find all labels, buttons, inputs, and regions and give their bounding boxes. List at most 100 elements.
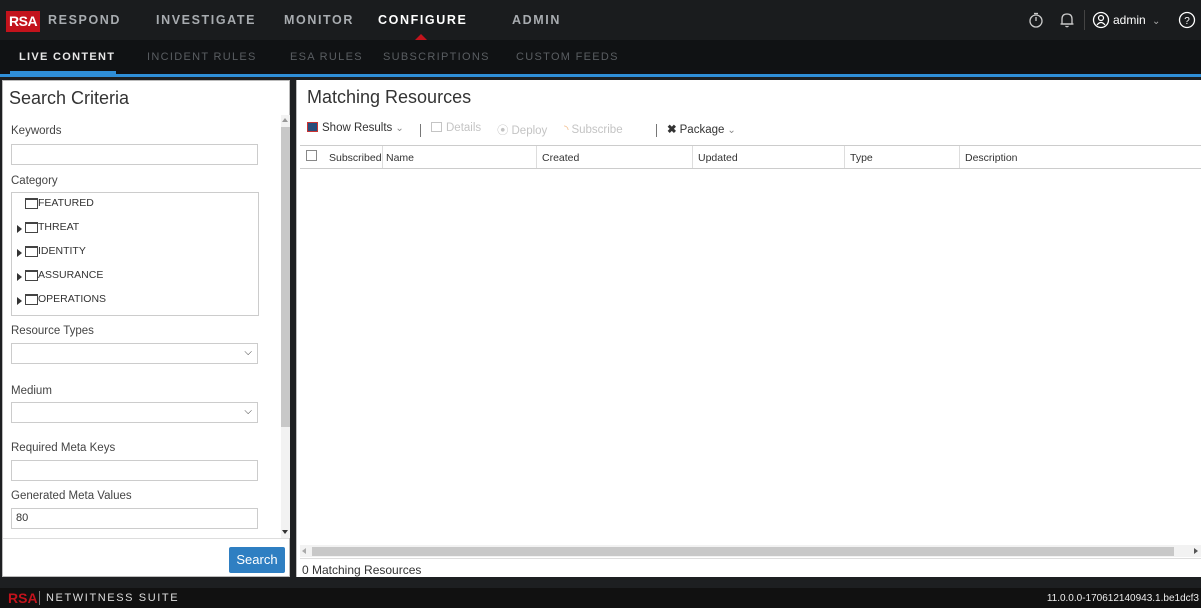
- logo-text: RSA: [9, 13, 38, 29]
- vertical-scrollbar[interactable]: [281, 115, 290, 538]
- expand-arrow-icon[interactable]: [17, 249, 22, 257]
- chevron-down-icon: ⌄: [395, 123, 404, 134]
- required-meta-keys-input[interactable]: [11, 460, 258, 481]
- chevron-down-icon: ⌵: [244, 347, 252, 358]
- folder-icon: [25, 270, 38, 281]
- results-count: 0 Matching Resources: [300, 558, 1201, 577]
- nav-respond[interactable]: RESPOND: [48, 13, 121, 27]
- package-button[interactable]: ✖ Package ⌄: [667, 122, 736, 136]
- details-button[interactable]: Details: [431, 122, 481, 134]
- subscribe-label: Subscribe: [571, 124, 623, 136]
- chevron-down-icon: ⌄: [727, 125, 736, 136]
- tab-esa-rules[interactable]: ESA RULES: [290, 51, 363, 63]
- user-menu[interactable]: admin ⌄: [1113, 13, 1160, 27]
- help-icon[interactable]: ?: [1178, 11, 1196, 29]
- search-button[interactable]: Search: [229, 547, 285, 573]
- column-subscribed[interactable]: Subscribed: [329, 152, 382, 164]
- medium-select[interactable]: ⌵: [11, 402, 258, 423]
- expand-arrow-icon[interactable]: [17, 225, 22, 233]
- user-icon[interactable]: [1092, 11, 1110, 29]
- details-label: Details: [446, 122, 482, 134]
- keywords-label: Keywords: [11, 125, 62, 137]
- tree-node-label: ASSURANCE: [38, 269, 104, 281]
- column-description[interactable]: Description: [965, 152, 1018, 164]
- scroll-left-arrow-icon[interactable]: [302, 548, 306, 554]
- tab-subscriptions[interactable]: SUBSCRIPTIONS: [383, 51, 490, 63]
- tab-custom-feeds[interactable]: CUSTOM FEEDS: [516, 51, 619, 63]
- footer-divider: [39, 591, 40, 605]
- show-results-label: Show Results: [322, 122, 393, 134]
- top-right-controls: admin ⌄ ?: [981, 0, 1201, 40]
- tree-node-label: FEATURED: [38, 197, 94, 209]
- expand-arrow-icon[interactable]: [17, 297, 22, 305]
- folder-icon: [25, 246, 38, 257]
- accent-divider: [0, 74, 1201, 77]
- category-tree: FEATURED THREAT IDENTITY ASSURANCE OPERA: [11, 192, 259, 316]
- search-criteria-panel: Search Criteria Keywords Category FEATUR…: [2, 80, 290, 577]
- category-label: Category: [11, 175, 58, 187]
- scroll-up-arrow-icon[interactable]: [282, 118, 288, 122]
- nav-configure[interactable]: CONFIGURE: [378, 13, 467, 27]
- bell-icon[interactable]: [1058, 11, 1076, 29]
- chevron-down-icon: ⌄: [1152, 16, 1161, 27]
- tree-node-label: IDENTITY: [38, 245, 86, 257]
- tree-node-label: THREAT: [38, 221, 80, 233]
- keywords-input[interactable]: [11, 144, 258, 165]
- resource-types-select[interactable]: ⌵: [11, 343, 258, 364]
- column-divider: [844, 146, 845, 168]
- tab-incident-rules[interactable]: INCIDENT RULES: [147, 51, 257, 63]
- nav-monitor[interactable]: MONITOR: [284, 13, 354, 27]
- nav-investigate[interactable]: INVESTIGATE: [156, 13, 256, 27]
- toolbar-divider: [420, 124, 421, 137]
- panel-title: Matching Resources: [307, 87, 472, 107]
- details-icon: [431, 122, 442, 132]
- version-label: 11.0.0.0-170612140943.1.be1dcf3: [1046, 593, 1199, 604]
- top-navigation-bar: RSA RESPOND INVESTIGATE MONITOR CONFIGUR…: [0, 0, 1201, 40]
- deploy-button[interactable]: ⦿ Deploy: [497, 122, 547, 138]
- panel-title: Search Criteria: [9, 88, 130, 108]
- rsa-logo[interactable]: RSA: [6, 11, 40, 32]
- tools-icon: ✖: [667, 124, 677, 136]
- timer-icon[interactable]: [1027, 11, 1045, 29]
- search-form: Keywords Category FEATURED THREAT IDENTI…: [6, 115, 278, 538]
- search-actions: Search: [3, 538, 289, 576]
- scroll-down-arrow-icon[interactable]: [282, 530, 288, 534]
- column-name[interactable]: Name: [386, 152, 414, 164]
- matching-resources-panel: Matching Resources Show Results ⌄ Details…: [296, 80, 1201, 577]
- chevron-down-icon: ⌵: [244, 406, 252, 417]
- column-created[interactable]: Created: [542, 152, 579, 164]
- resource-types-label: Resource Types: [11, 325, 94, 337]
- scrollbar-thumb[interactable]: [281, 127, 290, 427]
- footer-bar: RSA NETWITNESS SUITE 11.0.0.0-1706121409…: [0, 588, 1201, 608]
- divider: [1084, 10, 1085, 30]
- horizontal-scrollbar[interactable]: [300, 545, 1201, 557]
- expand-arrow-icon[interactable]: [17, 273, 22, 281]
- results-table-header: Subscribed Name Created Updated Type Des…: [300, 145, 1201, 169]
- select-all-checkbox[interactable]: [306, 150, 317, 161]
- tree-node-label: OPERATIONS: [38, 293, 107, 305]
- column-divider: [536, 146, 537, 168]
- column-type[interactable]: Type: [850, 152, 873, 164]
- generated-meta-values-input[interactable]: 80: [11, 508, 258, 529]
- list-icon: [307, 122, 318, 132]
- toolbar-divider: [656, 124, 657, 137]
- show-results-button[interactable]: Show Results ⌄: [307, 122, 404, 134]
- tab-live-content[interactable]: LIVE CONTENT: [19, 51, 115, 63]
- column-divider: [382, 146, 383, 168]
- scrollbar-thumb[interactable]: [312, 547, 1174, 556]
- column-updated[interactable]: Updated: [698, 152, 738, 164]
- medium-label: Medium: [11, 385, 52, 397]
- scroll-right-arrow-icon[interactable]: [1194, 548, 1198, 554]
- folder-icon: [25, 294, 38, 305]
- sub-navigation-bar: LIVE CONTENT INCIDENT RULES ESA RULES SU…: [0, 40, 1201, 74]
- subscribe-button[interactable]: ◝ Subscribe: [564, 122, 623, 136]
- deploy-label: Deploy: [511, 125, 548, 137]
- required-meta-keys-label: Required Meta Keys: [11, 442, 116, 454]
- footer-rsa-logo: RSA: [8, 590, 38, 606]
- deploy-icon: ⦿: [497, 125, 509, 137]
- product-name: NETWITNESS SUITE: [46, 592, 180, 604]
- folder-icon: [25, 198, 38, 209]
- column-divider: [959, 146, 960, 168]
- username: admin: [1113, 13, 1146, 27]
- nav-admin[interactable]: ADMIN: [512, 13, 561, 27]
